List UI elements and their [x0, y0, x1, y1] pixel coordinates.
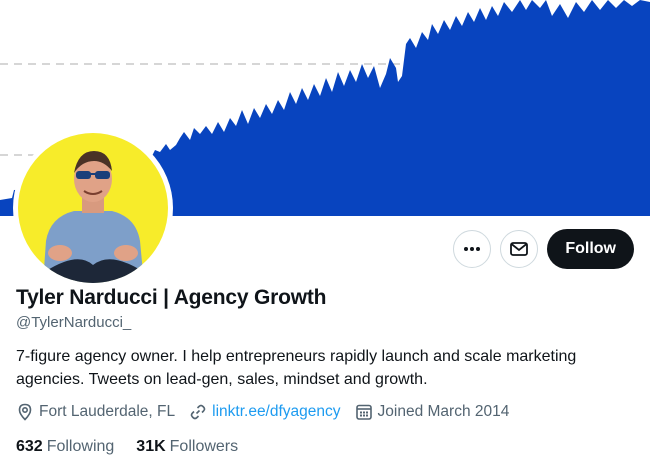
more-button[interactable]	[453, 230, 492, 268]
envelope-icon	[510, 242, 529, 256]
link-icon	[190, 404, 206, 420]
follow-button[interactable]: Follow	[547, 229, 634, 269]
avatar-photo	[18, 133, 168, 283]
location-item: Fort Lauderdale, FL	[16, 403, 175, 421]
more-horizontal-icon	[464, 247, 481, 251]
followers-label: Followers	[169, 438, 239, 455]
followers-count: 31K	[136, 438, 166, 455]
location-pin-icon	[18, 403, 32, 421]
profile-bio: 7-figure agency owner. I help entreprene…	[16, 348, 577, 388]
following-label: Following	[46, 438, 115, 455]
followers-stat[interactable]: 31K Followers	[136, 438, 238, 456]
website-link[interactable]: linktr.ee/dfyagency	[212, 403, 340, 421]
following-count: 632	[16, 438, 43, 455]
profile-meta: Fort Lauderdale, FL linktr.ee/dfyagency …	[16, 403, 523, 421]
profile-avatar[interactable]	[13, 128, 173, 288]
profile-actions: Follow	[453, 229, 634, 269]
follow-stats: 632 Following 31K Followers	[16, 438, 260, 456]
display-name: Tyler Narducci | Agency Growth	[16, 286, 327, 309]
website-item[interactable]: linktr.ee/dfyagency	[189, 403, 341, 421]
profile-page: Follow Tyler Narducci | Agency Growth @T…	[0, 0, 650, 465]
message-button[interactable]	[500, 230, 539, 268]
following-stat[interactable]: 632 Following	[16, 438, 114, 456]
joined-item: Joined March 2014	[355, 403, 510, 421]
location-text: Fort Lauderdale, FL	[39, 403, 176, 420]
calendar-icon	[355, 404, 372, 420]
joined-text: Joined March 2014	[377, 403, 510, 420]
user-handle: @TylerNarducci_	[16, 314, 132, 331]
